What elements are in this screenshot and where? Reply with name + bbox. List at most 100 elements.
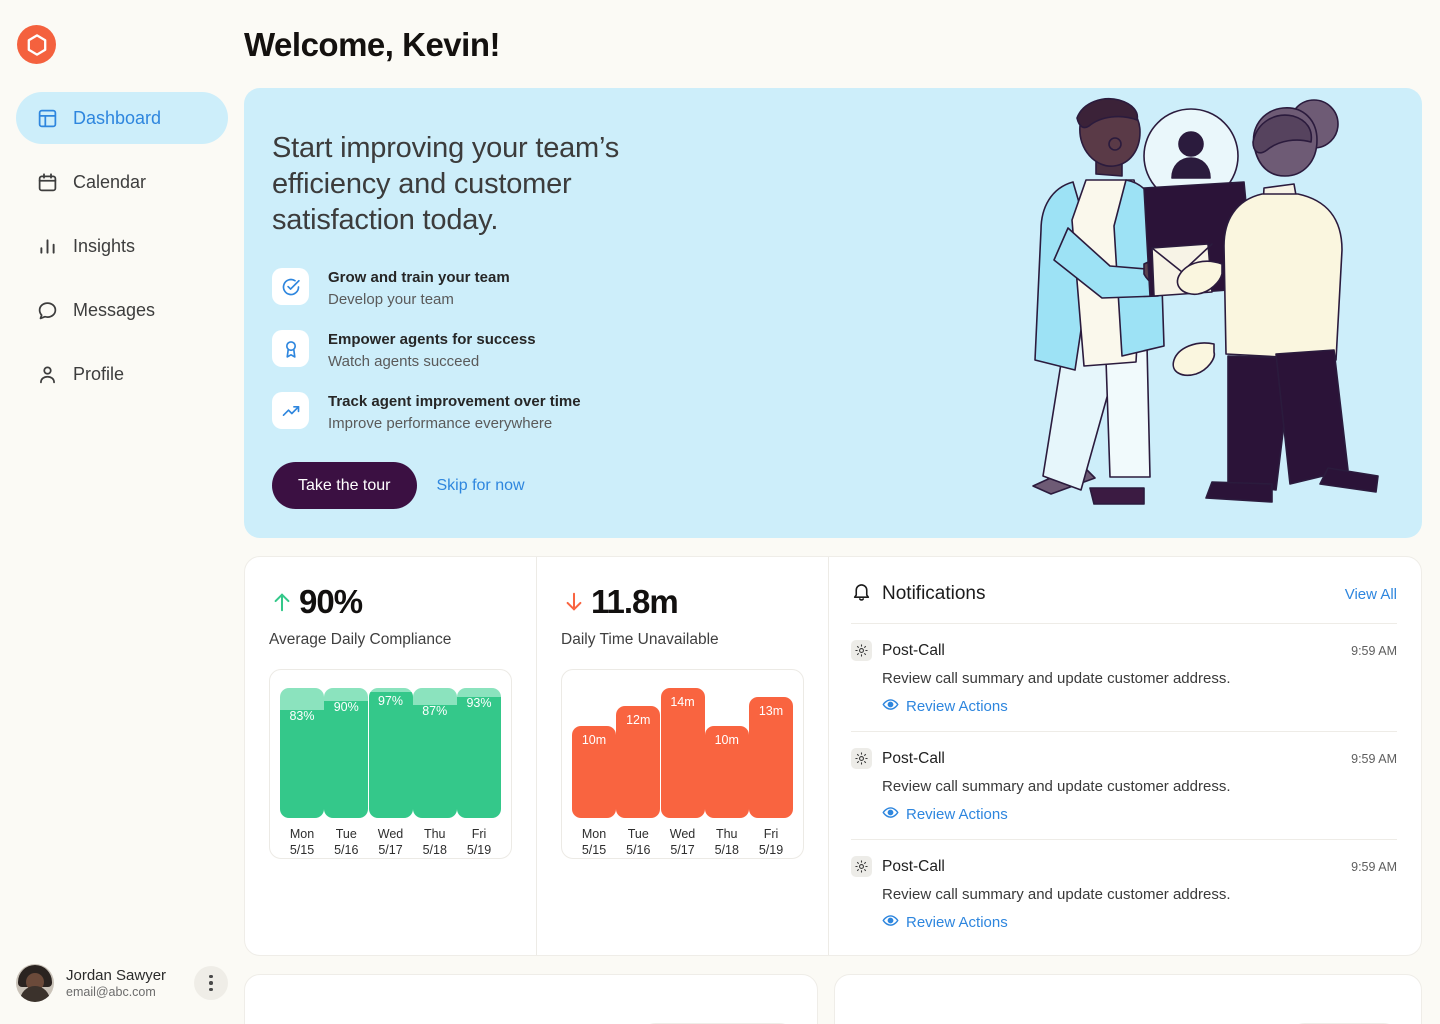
main-content: Welcome, Kevin! Start improving your tea… — [244, 0, 1440, 1024]
bar-value-label: 83% — [289, 709, 315, 724]
bar-x-label: Tue 5/16 — [334, 827, 359, 857]
award-icon — [272, 330, 309, 367]
arrow-up-icon — [269, 585, 295, 619]
check-circle-icon — [272, 268, 309, 305]
bar-fill — [368, 691, 413, 818]
diamond-hexagon-logo-icon[interactable] — [17, 25, 56, 64]
review-actions-label: Review Actions — [906, 806, 1008, 823]
app-root: Dashboard Calendar Insights Messages Pro… — [0, 0, 1440, 1024]
bar-column: 90% Tue 5/16 — [324, 688, 369, 858]
calendar-icon — [36, 171, 58, 193]
notification-time: 9:59 AM — [1351, 859, 1397, 874]
bar-fill: 13m — [749, 697, 793, 818]
sidebar-item-label: Insights — [73, 235, 136, 256]
bar-x-label: Mon 5/15 — [581, 827, 607, 857]
user-meta: Jordan Sawyer email@abc.com — [66, 967, 166, 999]
bar-x-label: Thu 5/18 — [714, 827, 739, 857]
bar-chart-icon — [36, 235, 58, 257]
bar-fill: 10m — [704, 725, 749, 818]
bar-fill — [457, 697, 501, 818]
notification-body: Review call summary and update customer … — [882, 778, 1231, 795]
bar-value-label: 14m — [670, 695, 695, 709]
sun-sparkle-icon — [851, 748, 872, 769]
sidebar-item-insights[interactable]: Insights — [16, 220, 228, 272]
kebab-menu-icon[interactable] — [194, 966, 228, 1000]
sun-sparkle-icon — [851, 640, 872, 661]
view-all-link[interactable]: View All — [1345, 586, 1397, 603]
sidebar-item-label: Dashboard — [73, 107, 162, 128]
bar-track: 93% — [457, 688, 501, 818]
unavailable-stat-value: 11.8m — [591, 583, 679, 620]
notification-item[interactable]: Post-Call 9:59 AM Review call summary an… — [851, 840, 1397, 947]
eye-icon — [882, 912, 899, 933]
review-actions-label: Review Actions — [906, 698, 1008, 715]
compliance-stat-value: 90% — [299, 583, 363, 620]
notification-time: 9:59 AM — [1351, 643, 1397, 658]
bar-x-label: Fri 5/19 — [466, 827, 492, 857]
unavailable-bar-chart: 10m Mon 5/15 12m Tue 5/16 14m Wed 5/17 1… — [561, 669, 804, 859]
bar-column: 12m Tue 5/16 — [616, 688, 661, 858]
upcoming-card: Upcoming List Calendar — [244, 974, 818, 1024]
take-the-tour-button[interactable]: Take the tour — [272, 462, 417, 509]
review-actions-link[interactable]: Review Actions — [882, 804, 1397, 825]
bar-track: 97% — [368, 688, 413, 818]
bar-column: 97% Wed 5/17 — [368, 688, 413, 858]
bar-fill — [324, 701, 369, 818]
bar-fill — [412, 704, 457, 818]
sidebar-item-calendar[interactable]: Calendar — [16, 156, 228, 208]
review-actions-link[interactable]: Review Actions — [882, 696, 1397, 717]
page-title: Welcome, Kevin! — [244, 26, 500, 63]
skip-for-now-button[interactable]: Skip for now — [433, 477, 529, 495]
bar-x-label: Wed 5/17 — [377, 827, 404, 857]
review-actions-label: Review Actions — [906, 914, 1008, 931]
message-circle-icon — [36, 299, 58, 321]
bar-x-label: Fri 5/19 — [758, 827, 784, 857]
compliance-bar-chart: 83% Mon 5/15 90% Tue 5/16 97% Wed 5/17 8… — [269, 669, 512, 859]
bar-track: 83% — [280, 688, 324, 818]
eye-icon — [882, 804, 899, 825]
review-actions-link[interactable]: Review Actions — [882, 912, 1397, 933]
bar-fill: 10m — [572, 725, 616, 818]
notification-item[interactable]: Post-Call 9:59 AM Review call summary an… — [851, 624, 1397, 732]
notification-item[interactable]: Post-Call 9:59 AM Review call summary an… — [851, 732, 1397, 840]
compliance-stat-card: 90% Average Daily Compliance 83% Mon 5/15 — [245, 557, 537, 955]
feature-subtitle: Improve performance everywhere — [328, 415, 553, 432]
sidebar-item-label: Calendar — [73, 171, 147, 192]
bar-value-label: 93% — [466, 696, 492, 711]
bar-column: 10m Mon 5/15 — [572, 688, 616, 858]
avatar — [16, 964, 54, 1002]
bar-column: 14m Wed 5/17 — [660, 688, 705, 858]
bar-value-label: 97% — [377, 693, 404, 708]
onboarding-hero-card: Start improving your team’s efficiency a… — [244, 88, 1422, 538]
user-icon — [36, 363, 58, 385]
sun-sparkle-icon — [851, 856, 872, 877]
bar-column: 13m Fri 5/19 — [749, 688, 793, 858]
feature-subtitle: Watch agents succeed — [328, 353, 480, 370]
notification-body: Review call summary and update customer … — [882, 886, 1231, 903]
sidebar-user-card[interactable]: Jordan Sawyer email@abc.com — [0, 964, 244, 1024]
bar-fill — [280, 710, 324, 818]
sidebar-item-label: Messages — [73, 299, 156, 320]
bar-column: 10m Thu 5/18 — [704, 688, 749, 858]
sidebar-item-messages[interactable]: Messages — [16, 284, 228, 336]
bar-value-label: 12m — [626, 713, 651, 728]
unavailable-stat-card: 11.8m Daily Time Unavailable 10m Mon 5/15 — [537, 557, 829, 955]
bar-value-label: 10m — [714, 732, 739, 747]
user-name: Jordan Sawyer — [66, 967, 167, 984]
bottom-cards-row: Upcoming List Calendar Messages Me — [244, 974, 1422, 1024]
bar-column: 83% Mon 5/15 — [280, 688, 324, 858]
sidebar-item-dashboard[interactable]: Dashboard — [16, 92, 228, 144]
logo-container — [0, 0, 244, 74]
layout-dashboard-icon — [36, 107, 58, 129]
bar-track: 87% — [412, 688, 457, 818]
sidebar-item-profile[interactable]: Profile — [16, 348, 228, 400]
bar-track: 90% — [324, 688, 369, 818]
bar-column: 87% Thu 5/18 — [412, 688, 457, 858]
trending-up-icon — [272, 392, 309, 429]
bar-value-label: 13m — [758, 704, 784, 719]
bar-column: 93% Fri 5/19 — [457, 688, 501, 858]
feature-subtitle: Develop your team — [328, 291, 454, 308]
notification-kind: Post-Call — [882, 749, 945, 767]
bar-fill: 14m — [660, 688, 705, 818]
bar-value-label: 90% — [333, 700, 359, 714]
